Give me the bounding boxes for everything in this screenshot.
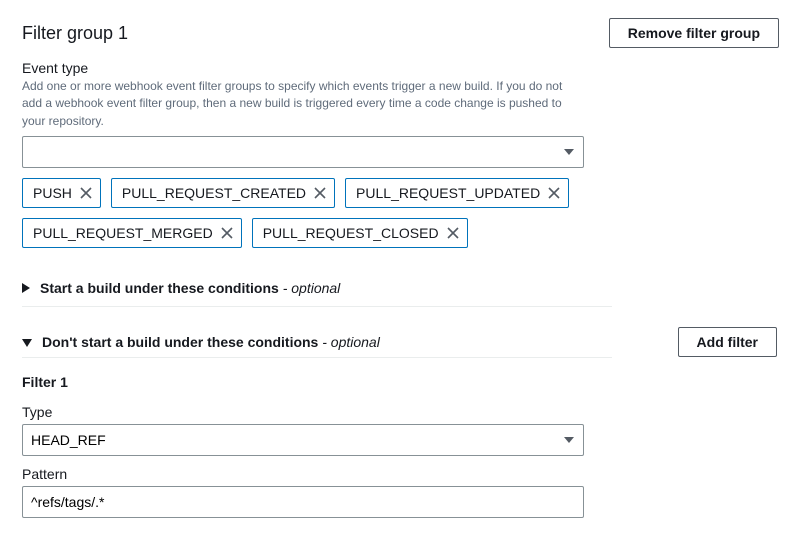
- dont-start-build-expander[interactable]: Don't start a build under these conditio…: [22, 330, 658, 354]
- filter-pattern-label: Pattern: [22, 466, 779, 482]
- event-tag-label: PUSH: [33, 185, 72, 201]
- filter-pattern-input[interactable]: [22, 486, 584, 518]
- close-icon[interactable]: [548, 187, 560, 199]
- event-tag: PULL_REQUEST_MERGED: [22, 218, 242, 248]
- event-type-tags: PUSH PULL_REQUEST_CREATED PULL_REQUEST_U…: [22, 178, 584, 248]
- caret-right-icon: [22, 280, 30, 296]
- filter-type-select[interactable]: HEAD_REF: [22, 424, 584, 456]
- close-icon[interactable]: [447, 227, 459, 239]
- event-tag-label: PULL_REQUEST_CLOSED: [263, 225, 439, 241]
- filter-type-label: Type: [22, 404, 779, 420]
- dont-start-build-label: Don't start a build under these conditio…: [42, 334, 380, 350]
- start-build-expander[interactable]: Start a build under these conditions - o…: [22, 276, 612, 307]
- close-icon[interactable]: [314, 187, 326, 199]
- close-icon[interactable]: [80, 187, 92, 199]
- divider: [22, 357, 612, 358]
- filter-1-title: Filter 1: [22, 374, 779, 390]
- add-filter-button[interactable]: Add filter: [678, 327, 777, 357]
- event-tag-label: PULL_REQUEST_MERGED: [33, 225, 213, 241]
- filter-group-title: Filter group 1: [22, 23, 128, 44]
- event-type-select[interactable]: [22, 136, 584, 168]
- event-tag: PULL_REQUEST_UPDATED: [345, 178, 569, 208]
- close-icon[interactable]: [221, 227, 233, 239]
- event-tag-label: PULL_REQUEST_UPDATED: [356, 185, 540, 201]
- remove-filter-group-button[interactable]: Remove filter group: [609, 18, 779, 48]
- start-build-label: Start a build under these conditions - o…: [40, 280, 340, 296]
- event-tag: PULL_REQUEST_CLOSED: [252, 218, 468, 248]
- event-type-hint: Add one or more webhook event filter gro…: [22, 78, 584, 130]
- event-type-label: Event type: [22, 60, 584, 76]
- event-tag: PUSH: [22, 178, 101, 208]
- event-tag: PULL_REQUEST_CREATED: [111, 178, 335, 208]
- event-tag-label: PULL_REQUEST_CREATED: [122, 185, 306, 201]
- caret-down-icon: [22, 334, 32, 350]
